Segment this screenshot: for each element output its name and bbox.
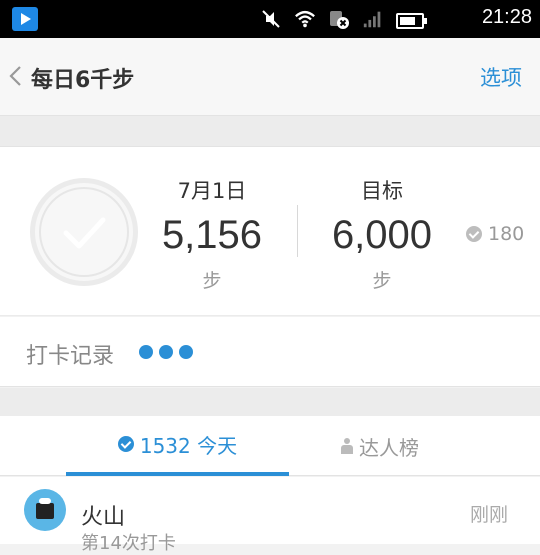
- today-steps-column: 7月1日 5,156 步: [152, 175, 272, 293]
- steps-value: 5,156: [161, 213, 263, 257]
- step-summary-card: 7月1日 5,156 步 目标 6,000 步 180: [0, 146, 540, 316]
- wifi-icon: [295, 10, 315, 28]
- record-dot: [159, 345, 173, 359]
- section-gap: [0, 116, 540, 146]
- checkin-count: 180: [488, 223, 525, 245]
- sim-error-icon: [330, 11, 349, 29]
- back-arrow-icon[interactable]: [8, 65, 22, 87]
- checkmark-icon: [39, 187, 129, 277]
- tab-today[interactable]: 1532 今天: [66, 416, 289, 476]
- check-circle-icon: [466, 226, 482, 242]
- status-time: 21:28: [481, 6, 532, 28]
- mute-icon: [262, 10, 280, 28]
- goal-label: 目标: [361, 179, 403, 203]
- tab-leaderboard-label: 达人榜: [359, 435, 419, 460]
- page-title: 每日6千步: [31, 68, 135, 93]
- avatar: [24, 489, 66, 531]
- tab-bar: 1532 今天 达人榜: [0, 416, 540, 476]
- battery-icon: [396, 12, 427, 29]
- goal-column: 目标 6,000 步: [322, 175, 442, 293]
- checkin-record-row[interactable]: 打卡记录: [0, 317, 540, 387]
- record-dot: [139, 345, 153, 359]
- goal-value: 6,000: [331, 213, 433, 257]
- checkin-count-badge: 180: [466, 223, 524, 245]
- options-button[interactable]: 选项: [480, 62, 522, 92]
- checkin-count-text: 第14次打卡: [81, 533, 176, 554]
- status-bar: 21:28: [0, 0, 540, 38]
- date-label: 7月1日: [177, 179, 247, 203]
- column-divider: [297, 205, 298, 257]
- check-circle-icon: [117, 436, 134, 452]
- section-gap: [0, 388, 540, 416]
- title-bar: 每日6千步 选项: [0, 38, 540, 116]
- record-dots: [139, 345, 193, 359]
- person-icon: [341, 438, 353, 454]
- tab-leaderboard[interactable]: 达人榜: [300, 416, 460, 476]
- item-time: 刚刚: [469, 504, 508, 526]
- tab-today-label: 1532 今天: [139, 433, 238, 458]
- goal-unit: 步: [372, 270, 392, 292]
- checkin-record-label: 打卡记录: [26, 344, 115, 369]
- list-item[interactable]: 火山 第14次打卡 刚刚: [0, 477, 540, 554]
- signal-icon: [363, 11, 381, 28]
- record-dot: [179, 345, 193, 359]
- check-in-button[interactable]: [30, 178, 138, 286]
- steps-unit: 步: [202, 270, 222, 292]
- status-icons: [260, 8, 427, 30]
- user-name: 火山: [81, 505, 126, 530]
- video-app-icon: [12, 7, 38, 31]
